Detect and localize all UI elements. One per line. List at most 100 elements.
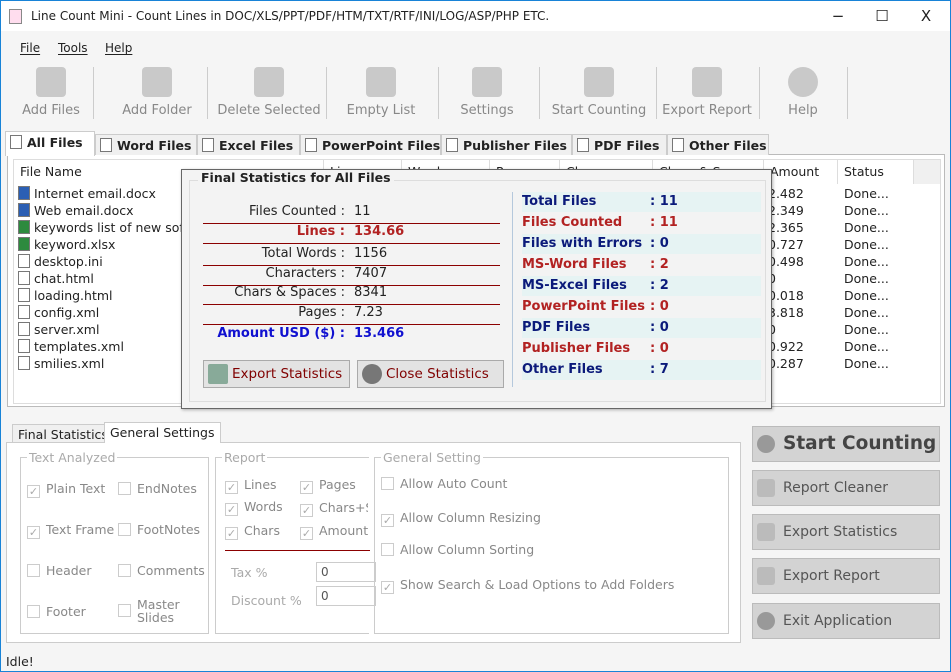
stat-value: : 0 (650, 299, 669, 314)
amount-cell: 3.818 (768, 305, 804, 320)
checkbox-allow-auto-count[interactable]: Allow Auto Count (381, 476, 507, 491)
stat-value: : 11 (650, 194, 678, 209)
help-icon (788, 67, 818, 97)
checkbox-box (381, 543, 394, 556)
toolbar-add-folder-button[interactable]: Add Folder (109, 63, 205, 123)
checkbox-plain-text[interactable]: ✓ Plain Text (27, 481, 105, 498)
maximize-button[interactable]: ☐ (860, 5, 904, 27)
app-window: Line Count Mini - Count Lines in DOC/XLS… (0, 0, 951, 672)
checkbox-lines[interactable]: ✓ Lines (225, 477, 277, 494)
report-cleaner-button[interactable]: Report Cleaner (752, 470, 940, 506)
tab-word-files[interactable]: Word Files (95, 134, 197, 155)
tab-general-settings[interactable]: General Settings (104, 422, 221, 443)
toolbar-settings-button[interactable]: Settings (437, 63, 537, 123)
minimize-button[interactable]: − (816, 5, 860, 27)
excel-file-icon (18, 220, 30, 234)
amount-cell: 0.922 (768, 339, 804, 354)
stat-row: Lines : 134.66 (203, 224, 500, 244)
menu-file[interactable]: File (20, 41, 40, 55)
start-counting-button[interactable]: Start Counting (752, 426, 940, 462)
tab-powerpoint-files[interactable]: PowerPoint Files (300, 134, 441, 155)
text-file-icon (18, 254, 30, 268)
checkbox-chars[interactable]: ✓ Chars (225, 523, 280, 540)
file-name-cell: server.xml (14, 321, 99, 338)
checkbox-words[interactable]: ✓ Words (225, 499, 283, 516)
amount-cell: 0.287 (768, 356, 804, 371)
file-name: smilies.xml (34, 356, 105, 371)
toolbar-add-files-button[interactable]: Add Files (11, 63, 91, 123)
checkbox-label: Words (244, 499, 283, 514)
close-icon (362, 364, 382, 384)
toolbar-delete-selected-button[interactable]: Delete Selected (214, 63, 324, 123)
stat-value: : 0 (650, 236, 669, 251)
export-statistics-button[interactable]: Export Statistics (752, 514, 940, 550)
tax-input[interactable]: 0 (316, 562, 376, 582)
checkbox-allow-column-resizing[interactable]: ✓ Allow Column Resizing (381, 510, 541, 527)
gear-icon (757, 435, 775, 453)
checkbox-comments[interactable]: Comments (118, 563, 205, 578)
checkbox-show-search-load-options-to-add-folders[interactable]: ✓ Show Search & Load Options to Add Folde… (381, 577, 674, 594)
tax-label: Tax % (231, 565, 268, 580)
group-title: Text Analyzed (27, 450, 118, 465)
checkbox-footer[interactable]: Footer (27, 604, 86, 619)
file-name: server.xml (34, 322, 100, 337)
checkbox-master-slides[interactable]: Master Slides (118, 597, 180, 625)
checkbox-amount[interactable]: ✓ Amount (300, 523, 368, 540)
toolbar-label: Help (788, 103, 818, 118)
checkbox-pages[interactable]: ✓ Pages (300, 477, 356, 494)
checkbox-footnotes[interactable]: FootNotes (118, 522, 200, 537)
column-header[interactable]: Status (838, 160, 914, 184)
checkbox-box (381, 477, 394, 490)
tab-pdf-files[interactable]: PDF Files (572, 134, 667, 155)
file-name-cell: chat.html (14, 270, 94, 287)
exit-application-button[interactable]: Exit Application (752, 603, 940, 639)
checkbox-label: Chars+Spaces (319, 500, 368, 515)
tab-publisher-files[interactable]: Publisher Files (441, 134, 572, 155)
export-report-button[interactable]: Export Report (752, 558, 940, 594)
toolbar-help-button[interactable]: Help (764, 63, 842, 123)
checkbox-header[interactable]: Header (27, 563, 92, 578)
tab-excel-files[interactable]: Excel Files (197, 134, 300, 155)
file-name: loading.html (34, 288, 113, 303)
toolbar-label: Add Folder (122, 103, 192, 118)
tab-other-files[interactable]: Other Files (667, 134, 769, 155)
stat-label: Lines : (296, 224, 345, 239)
tab-final-statistics[interactable]: Final Statistics (12, 424, 114, 443)
checkbox-label: FootNotes (137, 522, 201, 537)
checkbox-text-frame[interactable]: ✓ Text Frame (27, 522, 114, 539)
stat-value: : 0 (650, 341, 669, 356)
checkbox-label: Plain Text (46, 481, 106, 496)
close-statistics-button[interactable]: Close Statistics (357, 360, 504, 388)
close-button[interactable]: X (904, 5, 948, 27)
export-statistics-button[interactable]: Export Statistics (203, 360, 350, 388)
discount-input[interactable]: 0 (316, 586, 376, 606)
delete-icon (254, 67, 284, 97)
export-icon (208, 364, 228, 384)
toolbar-start-counting-button[interactable]: Start Counting (544, 63, 654, 123)
file-name: desktop.ini (34, 254, 103, 269)
checkbox-endnotes[interactable]: EndNotes (118, 481, 197, 496)
status-cell: Done... (844, 339, 889, 354)
trash-icon (366, 67, 396, 97)
menu-tools[interactable]: Tools (58, 41, 88, 55)
checkbox-allow-column-sorting[interactable]: Allow Column Sorting (381, 542, 534, 557)
toolbar-export-report-button[interactable]: Export Report (657, 63, 757, 123)
checkbox-label: Master Slides (137, 597, 180, 625)
column-header[interactable]: Amount (764, 160, 838, 184)
tab-label: All Files (27, 135, 83, 150)
checkbox-label: Allow Column Sorting (400, 542, 535, 557)
stat-label: Characters : (265, 266, 345, 281)
checkmark-icon: ✓ (225, 527, 238, 540)
stat-row: Files with Errors: 0 (522, 234, 761, 254)
tab-label: Other Files (689, 138, 767, 153)
checkbox-chars-spaces[interactable]: ✓ Chars+Spaces (300, 500, 368, 517)
button-label: Close Statistics (386, 366, 489, 382)
tab-all-files[interactable]: All Files (5, 131, 95, 156)
status-cell: Done... (844, 271, 889, 286)
toolbar-separator (207, 67, 208, 119)
file-type-icon (202, 138, 214, 152)
wrench-icon (472, 67, 502, 97)
text-file-icon (18, 322, 30, 336)
menu-help[interactable]: Help (105, 41, 132, 55)
toolbar-empty-list-button[interactable]: Empty List (326, 63, 436, 123)
